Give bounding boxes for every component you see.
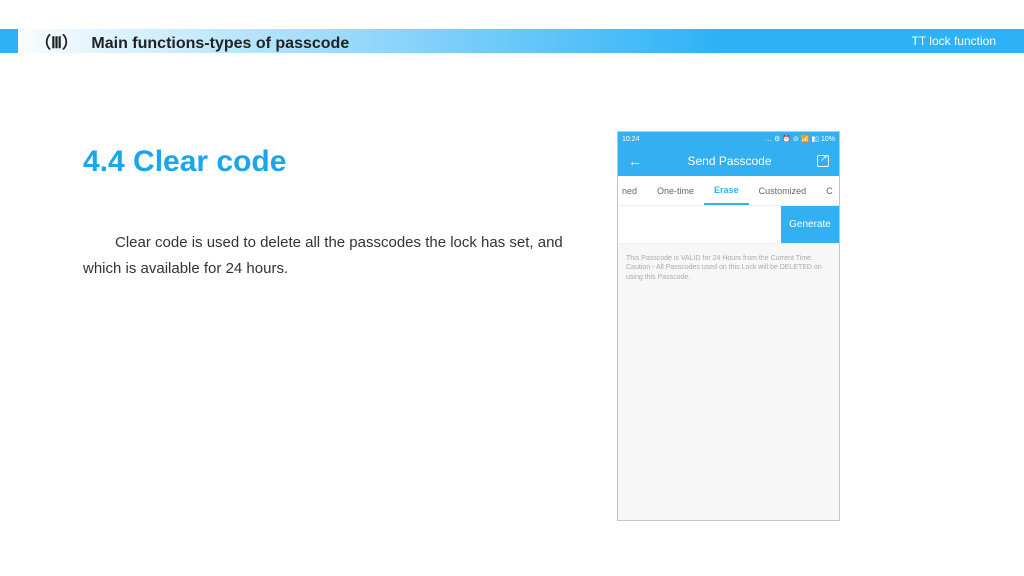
generate-row: Generate <box>618 206 839 244</box>
back-icon[interactable] <box>628 153 642 169</box>
tab-row: ned One-time Erase Customized C <box>618 176 839 206</box>
section-body: Clear code is used to delete all the pas… <box>83 230 563 281</box>
section-heading: 4.4 Clear code <box>83 145 286 179</box>
status-icons: … ⚙ ⏰ ⊘ 📶 ▮▯ 10% <box>765 135 835 143</box>
phone-screenshot: 10:24 … ⚙ ⏰ ⊘ 📶 ▮▯ 10% Send Passcode ned… <box>617 131 840 521</box>
tab-customized[interactable]: Customized <box>749 176 817 205</box>
header-title-text: Main functions-types of passcode <box>91 35 349 52</box>
tab-one-time[interactable]: One-time <box>647 176 704 205</box>
tab-erase[interactable]: Erase <box>704 176 749 205</box>
header-title: （Ⅲ） Main functions-types of passcode <box>35 29 349 53</box>
section-marker: （Ⅲ） <box>35 35 78 52</box>
header-right-label: TT lock function <box>912 34 996 48</box>
slide-header: （Ⅲ） Main functions-types of passcode TT … <box>0 29 1024 53</box>
note-area: This Passcode is VALID for 24 Hours from… <box>618 244 839 520</box>
status-bar: 10:24 … ⚙ ⏰ ⊘ 📶 ▮▯ 10% <box>618 132 839 146</box>
share-icon[interactable] <box>817 155 829 167</box>
note-text: This Passcode is VALID for 24 Hours from… <box>626 254 831 282</box>
tab-ned[interactable]: ned <box>618 176 647 205</box>
generate-button[interactable]: Generate <box>781 206 839 243</box>
app-bar-title: Send Passcode <box>642 154 817 168</box>
app-bar: Send Passcode <box>618 146 839 176</box>
header-accent <box>0 29 18 53</box>
tab-c[interactable]: C <box>816 176 835 205</box>
status-time: 10:24 <box>622 136 640 143</box>
